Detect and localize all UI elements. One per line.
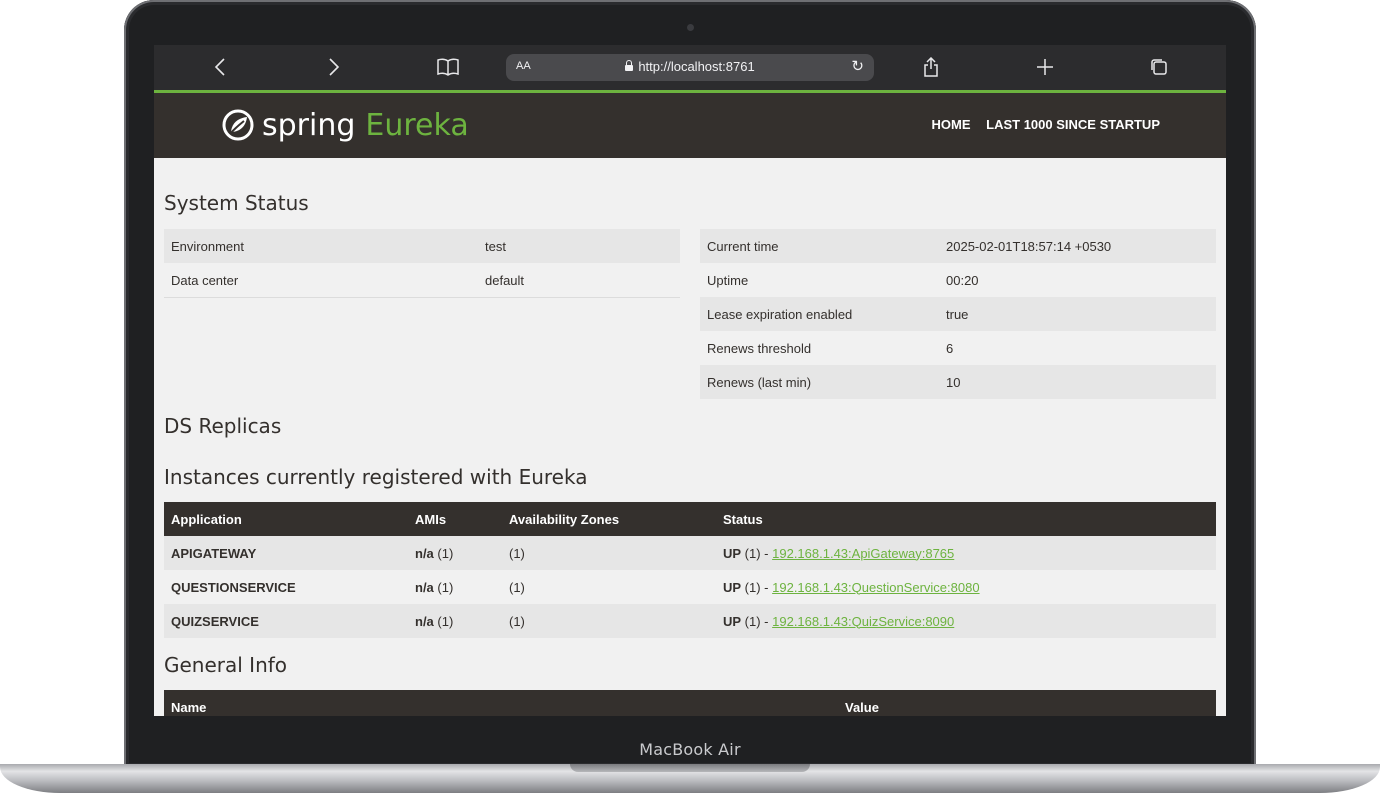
table-row: Data center default	[164, 263, 680, 298]
status-key: Uptime	[700, 263, 939, 297]
status-value: 10	[939, 365, 1216, 399]
col-application: Application	[164, 502, 408, 536]
chevron-right-icon	[329, 58, 340, 76]
table-row: Renews (last min) 10	[700, 365, 1216, 399]
ami-value: n/a	[415, 545, 434, 561]
laptop-notch	[570, 764, 810, 772]
ami-cell: n/a (1)	[408, 536, 502, 570]
lock-icon	[625, 60, 634, 71]
status-cell: UP (1) - 192.168.1.43:QuestionService:80…	[716, 570, 1216, 604]
ami-count: (1)	[433, 613, 454, 629]
spring-leaf-icon	[222, 109, 254, 141]
share-button[interactable]	[911, 53, 951, 81]
status-value: 00:20	[939, 263, 1216, 297]
status-cell: UP (1) - 192.168.1.43:QuizService:8090	[716, 604, 1216, 638]
status-value: 6	[939, 331, 1216, 365]
app-name: QUIZSERVICE	[164, 604, 408, 638]
col-status: Status	[716, 502, 1216, 536]
device-label: MacBook Air	[639, 740, 741, 759]
table-row: QUESTIONSERVICE n/a (1) (1) UP (1) - 192…	[164, 570, 1216, 604]
zones-cell: (1)	[502, 604, 716, 638]
system-status-left-table: Environment test Data center default	[164, 229, 680, 298]
instance-link[interactable]: 192.168.1.43:QuizService:8090	[772, 614, 954, 629]
table-row: Lease expiration enabled true	[700, 297, 1216, 331]
nav-links: HOME LAST 1000 SINCE STARTUP	[920, 117, 1160, 132]
browser-toolbar: AA http://localhost:8761 ↻	[154, 45, 1226, 90]
system-status-right-table: Current time 2025-02-01T18:57:14 +0530 U…	[700, 229, 1216, 399]
status-key: Data center	[164, 263, 478, 298]
tabs-icon	[1151, 59, 1167, 75]
ami-value: n/a	[415, 613, 434, 629]
back-button[interactable]	[200, 53, 240, 81]
instances-title: Instances currently registered with Eure…	[164, 465, 588, 489]
ami-value: n/a	[415, 579, 434, 595]
status-count: (1) -	[741, 545, 773, 561]
col-name: Name	[164, 690, 838, 716]
status-cell: UP (1) - 192.168.1.43:ApiGateway:8765	[716, 536, 1216, 570]
status-key: Current time	[700, 229, 939, 263]
logo-eureka-text: Eureka	[365, 107, 469, 143]
reload-icon[interactable]: ↻	[851, 57, 864, 75]
ds-replicas-title: DS Replicas	[164, 414, 282, 438]
status-value: 2025-02-01T18:57:14 +0530	[939, 229, 1216, 263]
address-bar[interactable]: AA http://localhost:8761 ↻	[506, 54, 874, 81]
table-header-row: Application AMIs Availability Zones Stat…	[164, 502, 1216, 536]
ami-count: (1)	[433, 579, 454, 595]
app-name: APIGATEWAY	[164, 536, 408, 570]
col-amis: AMIs	[408, 502, 502, 536]
status-value: true	[939, 297, 1216, 331]
table-row: Environment test	[164, 229, 680, 263]
table-row: Current time 2025-02-01T18:57:14 +0530	[700, 229, 1216, 263]
browser-screen: AA http://localhost:8761 ↻ spring Eureka	[154, 45, 1226, 716]
zones-cell: (1)	[502, 536, 716, 570]
bookmarks-button[interactable]	[428, 53, 468, 81]
spring-eureka-logo[interactable]: spring Eureka	[222, 105, 469, 145]
forward-button[interactable]	[314, 53, 354, 81]
ami-cell: n/a (1)	[408, 570, 502, 604]
zones-cell: (1)	[502, 570, 716, 604]
nav-last1000-link[interactable]: LAST 1000 SINCE STARTUP	[986, 117, 1160, 132]
tabs-overview-button[interactable]	[1139, 53, 1179, 81]
instances-table: Application AMIs Availability Zones Stat…	[164, 502, 1216, 638]
status-value: default	[478, 263, 680, 298]
book-icon	[437, 58, 459, 76]
ami-count: (1)	[433, 545, 454, 561]
status-key: Environment	[164, 229, 478, 263]
table-row: QUIZSERVICE n/a (1) (1) UP (1) - 192.168…	[164, 604, 1216, 638]
status-count: (1) -	[741, 579, 773, 595]
plus-icon	[1037, 59, 1053, 75]
app-name: QUESTIONSERVICE	[164, 570, 408, 604]
chevron-left-icon	[214, 58, 225, 76]
system-status-title: System Status	[164, 191, 309, 215]
eureka-navbar: spring Eureka HOME LAST 1000 SINCE START…	[154, 90, 1226, 158]
status-up: UP	[723, 545, 742, 561]
status-key: Lease expiration enabled	[700, 297, 939, 331]
status-key: Renews threshold	[700, 331, 939, 365]
instance-link[interactable]: 192.168.1.43:ApiGateway:8765	[772, 546, 954, 561]
nav-home-link[interactable]: HOME	[932, 117, 971, 132]
status-value: test	[478, 229, 680, 263]
status-count: (1) -	[741, 613, 773, 629]
status-up: UP	[723, 613, 742, 629]
col-value: Value	[838, 690, 1216, 716]
url-text[interactable]: http://localhost:8761	[638, 59, 754, 74]
table-header-row: Name Value	[164, 690, 1216, 716]
general-info-table: Name Value	[164, 690, 1216, 716]
col-availability-zones: Availability Zones	[502, 502, 716, 536]
instance-link[interactable]: 192.168.1.43:QuestionService:8080	[772, 580, 979, 595]
status-up: UP	[723, 579, 742, 595]
table-row: APIGATEWAY n/a (1) (1) UP (1) - 192.168.…	[164, 536, 1216, 570]
camera-icon	[687, 24, 694, 31]
general-info-title: General Info	[164, 653, 288, 677]
logo-spring-text: spring	[262, 107, 356, 143]
table-row: Uptime 00:20	[700, 263, 1216, 297]
new-tab-button[interactable]	[1025, 53, 1065, 81]
status-key: Renews (last min)	[700, 365, 939, 399]
share-icon	[924, 57, 938, 77]
ami-cell: n/a (1)	[408, 604, 502, 638]
table-row: Renews threshold 6	[700, 331, 1216, 365]
